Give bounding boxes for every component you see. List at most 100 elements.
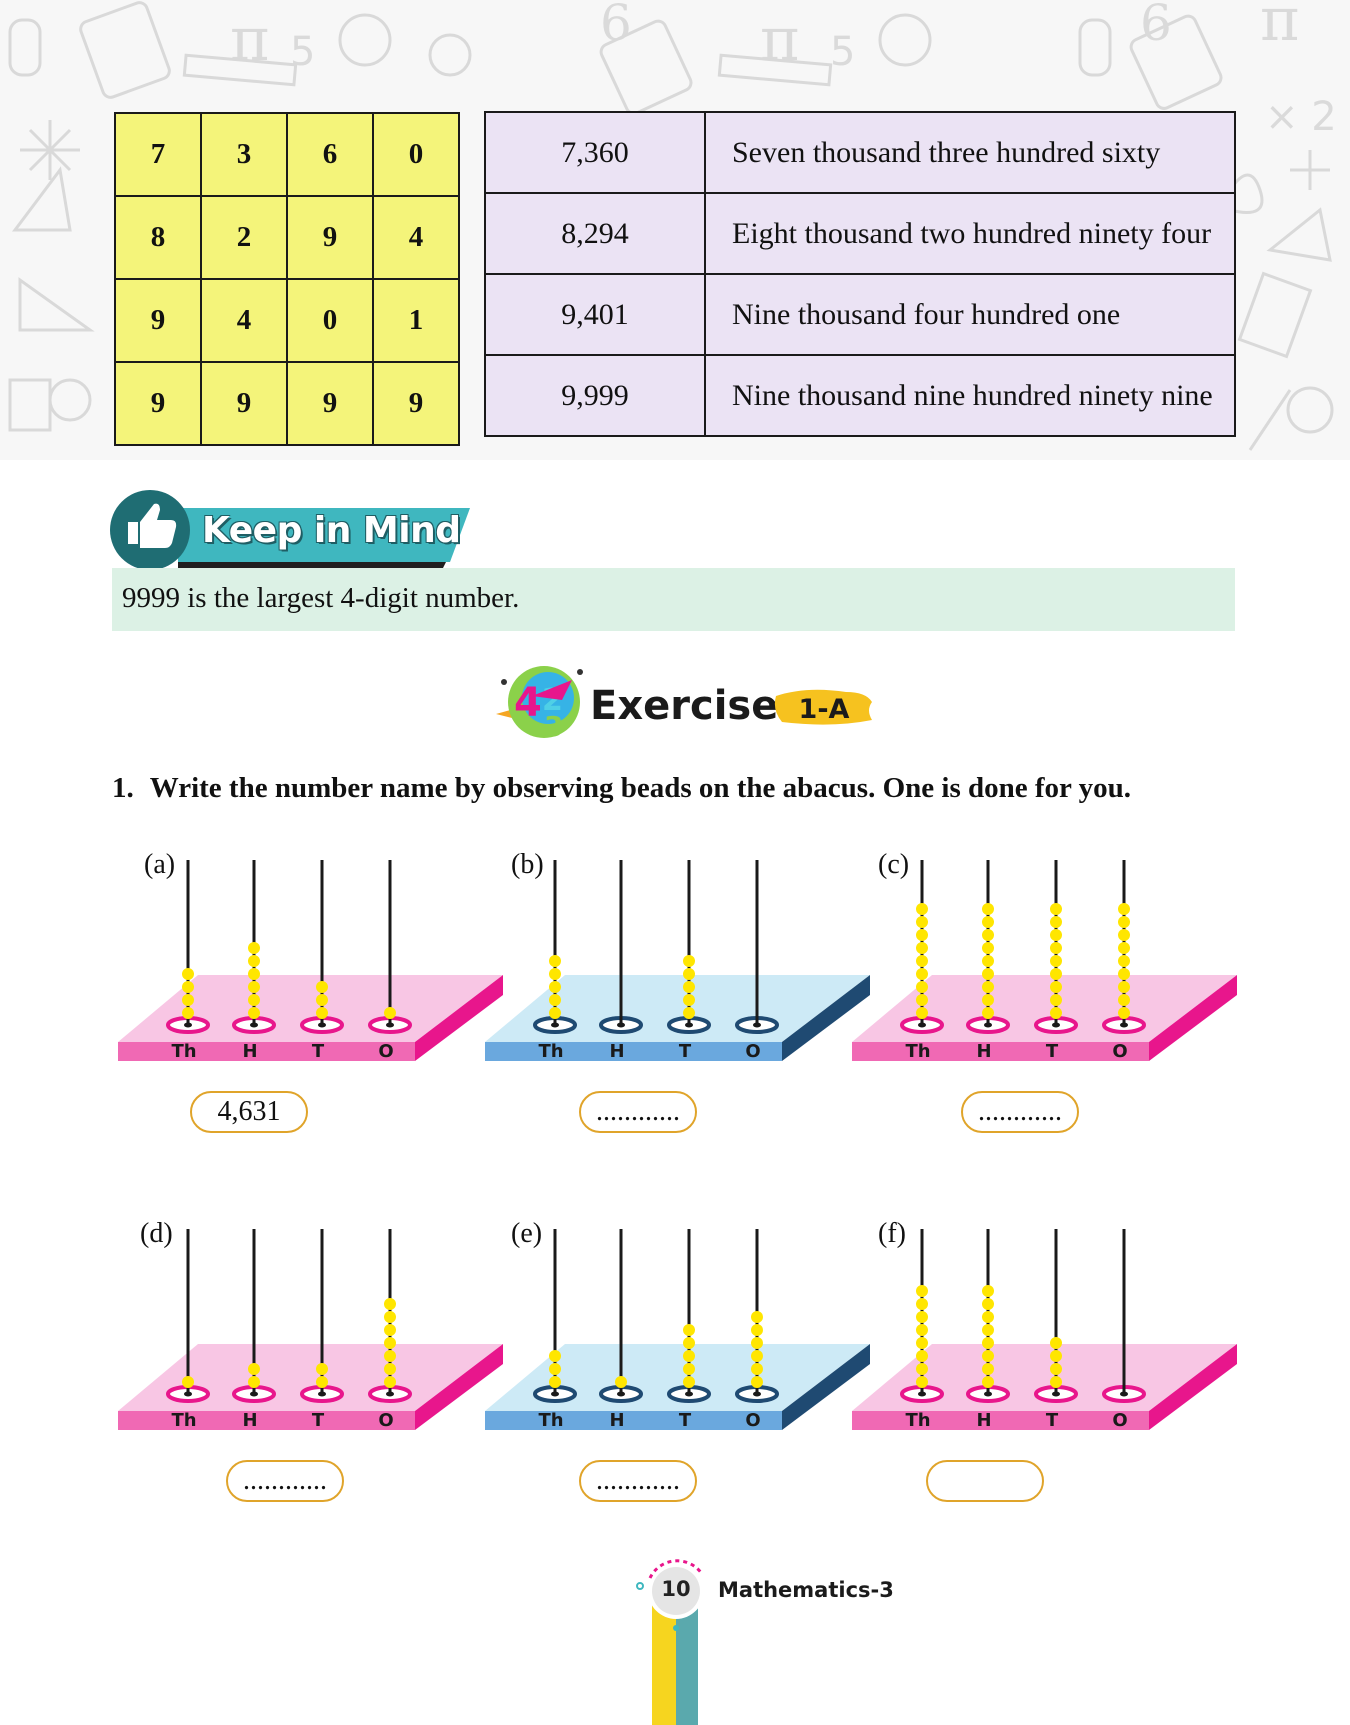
- rod-base: [250, 1022, 258, 1028]
- abacus-bead: [683, 955, 695, 967]
- digit-cell: 9: [114, 361, 202, 446]
- place-label: H: [609, 1041, 624, 1062]
- digit-cell: 4: [372, 195, 460, 280]
- keep-in-mind-text: 9999 is the largest 4-digit number.: [122, 582, 520, 614]
- number-cell: 9,999: [484, 354, 706, 437]
- abacus-bead: [916, 1324, 928, 1336]
- abacus-bead: [982, 1311, 994, 1323]
- abacus-drawing: Th H T O: [118, 1229, 503, 1431]
- abacus-bead: [1118, 994, 1130, 1006]
- digit-cell: 6: [286, 112, 374, 197]
- rod-base: [984, 1022, 992, 1028]
- abacus-bead: [384, 1337, 396, 1349]
- abacus-drawing: Th H T O: [852, 860, 1237, 1062]
- abacus-bead: [751, 1311, 763, 1323]
- place-label: T: [312, 1410, 325, 1431]
- abacus-bead: [982, 1285, 994, 1297]
- abacus-bead: [248, 994, 260, 1006]
- abacus-bead: [916, 1350, 928, 1362]
- abacus-6: Th H T O (f): [852, 1218, 1237, 1554]
- rod-base: [184, 1022, 192, 1028]
- abacus-bead: [316, 1007, 328, 1019]
- abacus-bead: [384, 1007, 396, 1019]
- abacus-bead: [316, 981, 328, 993]
- abacus-bead: [683, 981, 695, 993]
- abacus-bead: [982, 1376, 994, 1388]
- abacus-bead: [916, 929, 928, 941]
- abacus-bead: [916, 1376, 928, 1388]
- number-name-cell: Seven thousand three hundred sixty: [704, 111, 1236, 194]
- number-name-row: 9,401 Nine thousand four hundred one: [484, 273, 1236, 356]
- abacus-bead: [1050, 1007, 1062, 1019]
- answer-box[interactable]: ............: [579, 1460, 697, 1502]
- svg-text:5: 5: [830, 29, 855, 75]
- abacus-bead: [982, 981, 994, 993]
- abacus-bead: [751, 1337, 763, 1349]
- place-label: O: [378, 1410, 393, 1431]
- place-label: H: [242, 1410, 257, 1431]
- abacus-bead: [182, 1376, 194, 1388]
- abacus-bead: [1118, 955, 1130, 967]
- abacus-drawing: Th H T O: [485, 1229, 870, 1431]
- abacus-4: Th H T O (d)............: [118, 1218, 503, 1554]
- number-name-row: 9,999 Nine thousand nine hundred ninety n…: [484, 354, 1236, 437]
- abacus-bead: [916, 916, 928, 928]
- abacus-bead: [1050, 903, 1062, 915]
- exercise-logo-icon: 4 2 3: [496, 666, 583, 743]
- digit-cell: 0: [372, 112, 460, 197]
- page-number: 10: [661, 1577, 691, 1601]
- abacus-bead: [683, 994, 695, 1006]
- abacus-bead: [982, 994, 994, 1006]
- abacus-label: (a): [144, 849, 176, 880]
- place-label: T: [679, 1041, 692, 1062]
- abacus-bead: [982, 942, 994, 954]
- rod-base: [386, 1391, 394, 1397]
- answer-box[interactable]: [926, 1460, 1044, 1502]
- abacus-bead: [683, 1007, 695, 1019]
- rod-base: [753, 1022, 761, 1028]
- abacus-bead: [1050, 968, 1062, 980]
- answer-box[interactable]: ............: [961, 1091, 1079, 1133]
- rod-base: [184, 1391, 192, 1397]
- answer-box[interactable]: ............: [226, 1460, 344, 1502]
- digit-grid-row: 7360: [114, 112, 460, 197]
- place-label: H: [242, 1041, 257, 1062]
- abacus-bead: [1050, 942, 1062, 954]
- rod-base: [386, 1022, 394, 1028]
- abacus-bead: [683, 1350, 695, 1362]
- abacus-label: (b): [511, 849, 544, 880]
- abacus-bead: [683, 1324, 695, 1336]
- digit-grid-row: 8294: [114, 195, 460, 280]
- place-label: O: [745, 1410, 760, 1431]
- answer-box[interactable]: 4,631: [190, 1091, 308, 1133]
- keep-in-mind-title: Keep in Mind: [202, 510, 461, 551]
- abacus-bead: [248, 942, 260, 954]
- abacus-bead: [384, 1350, 396, 1362]
- abacus-bead: [384, 1376, 396, 1388]
- place-label: H: [976, 1410, 991, 1431]
- svg-text:π: π: [760, 5, 799, 75]
- rod-base: [551, 1022, 559, 1028]
- place-label: Th: [171, 1041, 196, 1062]
- rod-base: [685, 1391, 693, 1397]
- abacus-bead: [549, 981, 561, 993]
- place-label: T: [312, 1041, 325, 1062]
- digit-grid: 7360829494019999: [114, 112, 460, 446]
- abacus-bead: [182, 994, 194, 1006]
- abacus-bead: [982, 1007, 994, 1019]
- rod-base: [1052, 1391, 1060, 1397]
- abacus-base-front: [485, 1042, 782, 1061]
- abacus-bead: [384, 1363, 396, 1375]
- abacus-bead: [751, 1376, 763, 1388]
- abacus-bead: [316, 1376, 328, 1388]
- abacus-bead: [982, 1350, 994, 1362]
- number-names-table: 7,360 Seven thousand three hundred sixty 8…: [484, 111, 1236, 437]
- abacus-bead: [1118, 929, 1130, 941]
- abacus-bead: [248, 1007, 260, 1019]
- abacus-bead: [683, 968, 695, 980]
- svg-text:3: 3: [544, 710, 563, 743]
- abacus-bead: [248, 1376, 260, 1388]
- abacus-bead: [683, 1376, 695, 1388]
- answer-box[interactable]: ............: [579, 1091, 697, 1133]
- abacus-base-front: [118, 1042, 415, 1061]
